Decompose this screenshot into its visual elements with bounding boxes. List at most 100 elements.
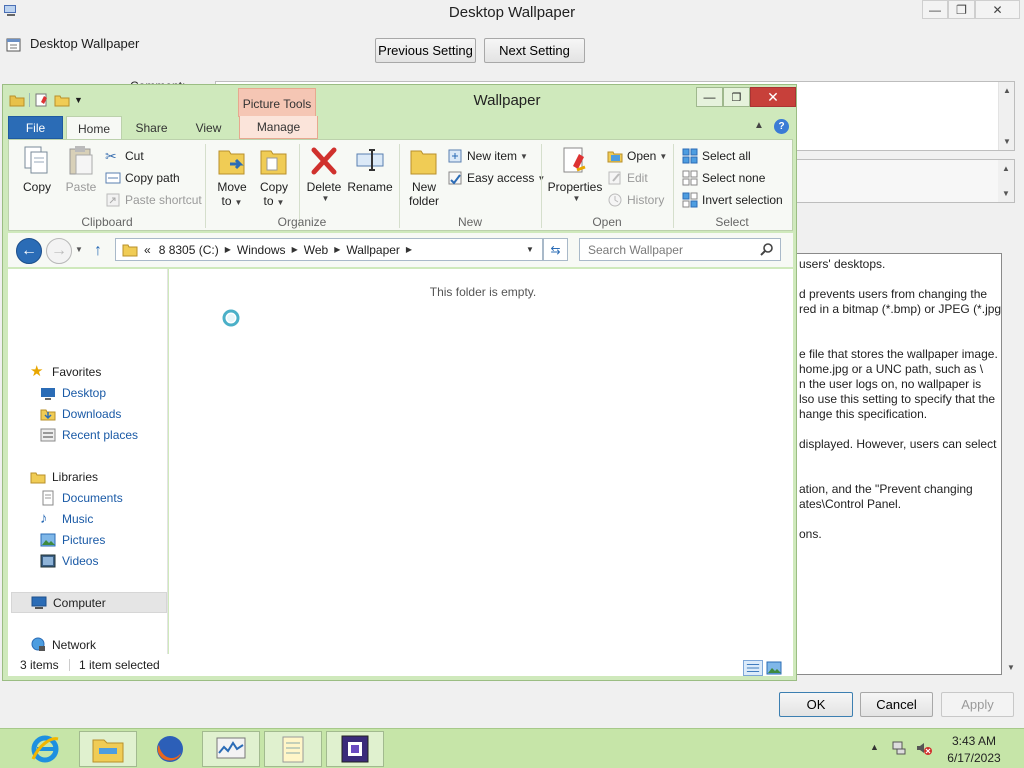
explorer-maximize-button[interactable]: ❐ — [723, 87, 750, 107]
clock-time[interactable]: 3:43 AM — [940, 734, 1008, 748]
resource-monitor-icon — [216, 737, 246, 759]
taskbar-firefox[interactable] — [141, 731, 199, 767]
file-list-pane[interactable]: This folder is empty. — [169, 269, 793, 671]
nav-documents[interactable]: Documents — [40, 487, 123, 508]
help-scrollbar[interactable]: ▼ — [1003, 253, 1021, 675]
navigation-bar: ← → ▼ ↑ « 8 8305 (C:) ▶ Windows ▶ Web ▶ … — [8, 233, 793, 267]
show-hidden-icons-icon[interactable]: ▲ — [870, 742, 879, 752]
cancel-button[interactable]: Cancel — [860, 692, 933, 717]
tab-share[interactable]: Share — [124, 116, 179, 139]
tab-manage[interactable]: Manage — [239, 116, 318, 139]
taskbar-app[interactable] — [326, 731, 384, 767]
taskbar-file-explorer[interactable] — [79, 731, 137, 767]
breadcrumb-separator-icon[interactable]: ▶ — [292, 245, 298, 254]
nav-desktop[interactable]: Desktop — [40, 382, 106, 403]
rename-button[interactable]: Rename — [347, 144, 393, 194]
folder-icon[interactable] — [9, 92, 25, 108]
nav-network[interactable]: Network — [30, 634, 96, 655]
volume-muted-icon[interactable] — [916, 740, 932, 756]
select-all-button[interactable]: Select all — [682, 146, 751, 166]
properties-icon[interactable] — [34, 92, 50, 108]
refresh-button[interactable]: ⇆ — [543, 238, 568, 261]
address-bar[interactable]: « 8 8305 (C:) ▶ Windows ▶ Web ▶ Wallpape… — [115, 238, 543, 261]
scroll-down-icon[interactable]: ▼ — [1002, 189, 1010, 198]
videos-icon — [40, 554, 56, 567]
recent-locations-icon[interactable]: ▼ — [75, 245, 83, 254]
breadcrumb-web[interactable]: Web — [304, 243, 328, 257]
tab-view[interactable]: View — [181, 116, 236, 139]
collapse-ribbon-icon[interactable]: ▲ — [754, 120, 764, 131]
firefox-icon — [157, 736, 183, 762]
nav-music[interactable]: ♪ Music — [40, 508, 93, 529]
nav-computer[interactable]: Computer — [11, 592, 167, 613]
copy-to-button[interactable]: Copy to ▼ — [255, 144, 293, 208]
breadcrumb-overflow[interactable]: « — [144, 243, 151, 257]
nav-videos-label: Videos — [62, 553, 99, 568]
clock-date[interactable]: 6/17/2023 — [940, 751, 1008, 765]
explorer-close-button[interactable]: ✕ — [750, 87, 796, 107]
nav-downloads[interactable]: Downloads — [40, 403, 121, 424]
breadcrumb-wallpaper[interactable]: Wallpaper — [346, 243, 400, 257]
invert-selection-button[interactable]: Invert selection — [682, 190, 783, 210]
tab-file[interactable]: File — [8, 116, 63, 139]
properties-caret-icon[interactable]: ▼ — [573, 194, 581, 203]
copy-path-button[interactable]: Copy path — [105, 168, 180, 188]
apply-button[interactable]: Apply — [941, 692, 1014, 717]
search-input[interactable]: Search Wallpaper — [579, 238, 781, 261]
details-view-icon[interactable] — [743, 660, 763, 676]
scroll-down-icon[interactable]: ▼ — [1007, 663, 1015, 672]
properties-button[interactable]: Properties ▼ — [547, 144, 603, 203]
breadcrumb-drive[interactable]: 8 8305 (C:) — [159, 243, 219, 257]
ok-button[interactable]: OK — [779, 692, 853, 717]
paste-shortcut-button[interactable]: Paste shortcut — [105, 190, 202, 210]
address-history-dropdown-icon[interactable]: ▼ — [526, 245, 534, 254]
history-button[interactable]: History — [607, 190, 664, 210]
up-button[interactable]: ↑ — [94, 242, 102, 260]
policy-maximize-button[interactable]: ❐ — [948, 0, 975, 19]
move-to-button[interactable]: Move to ▼ — [213, 144, 251, 208]
select-none-button[interactable]: Select none — [682, 168, 765, 188]
supported-scrollbar[interactable]: ▲ ▼ — [998, 160, 1014, 202]
nav-libraries[interactable]: Libraries — [30, 466, 98, 487]
scroll-down-icon[interactable]: ▼ — [1003, 137, 1011, 146]
nav-favorites-label: Favorites — [52, 364, 102, 379]
cut-button[interactable]: ✂ Cut — [105, 146, 144, 166]
back-button[interactable]: ← — [16, 238, 42, 264]
taskbar-internet-explorer[interactable] — [16, 731, 74, 767]
delete-button[interactable]: Delete ▼ — [305, 144, 343, 203]
nav-favorites[interactable]: ★ Favorites — [30, 361, 101, 382]
qat-customize-icon[interactable]: ▼ — [74, 95, 83, 105]
tab-home[interactable]: Home — [66, 116, 122, 140]
forward-button[interactable]: → — [46, 238, 72, 264]
breadcrumb-separator-icon[interactable]: ▶ — [225, 245, 231, 254]
edit-button[interactable]: Edit — [607, 168, 648, 188]
taskbar-resource-monitor[interactable] — [202, 731, 260, 767]
explorer-minimize-button[interactable]: — — [696, 87, 723, 107]
paste-button[interactable]: Paste — [61, 144, 101, 194]
large-icons-view-icon[interactable] — [766, 660, 782, 676]
scroll-up-icon[interactable]: ▲ — [1002, 164, 1010, 173]
nav-videos[interactable]: Videos — [40, 550, 98, 571]
history-label: History — [627, 193, 665, 207]
new-folder-button[interactable]: New folder — [405, 144, 443, 208]
nav-pictures[interactable]: Pictures — [40, 529, 105, 550]
new-item-button[interactable]: New item ▼ — [447, 146, 528, 166]
next-setting-button[interactable]: Next Setting — [484, 38, 585, 63]
breadcrumb-windows[interactable]: Windows — [237, 243, 286, 257]
easy-access-button[interactable]: Easy access▼ — [447, 168, 545, 188]
policy-close-button[interactable]: ✕ — [975, 0, 1020, 19]
help-icon[interactable]: ? — [774, 119, 789, 134]
desktop-icon — [41, 387, 55, 400]
network-tray-icon[interactable] — [891, 740, 907, 756]
nav-recent-places[interactable]: Recent places — [40, 424, 138, 445]
delete-caret-icon[interactable]: ▼ — [322, 194, 330, 203]
open-button[interactable]: Open ▼ — [607, 146, 667, 166]
taskbar-notepad[interactable] — [264, 731, 322, 767]
breadcrumb-separator-icon[interactable]: ▶ — [334, 245, 340, 254]
breadcrumb-separator-icon[interactable]: ▶ — [406, 245, 412, 254]
new-folder-icon[interactable] — [54, 92, 70, 108]
previous-setting-button[interactable]: Previous Setting — [375, 38, 476, 63]
policy-minimize-button[interactable]: — — [922, 0, 948, 19]
copy-button[interactable]: Copy — [17, 144, 57, 194]
search-icon[interactable] — [760, 242, 774, 256]
